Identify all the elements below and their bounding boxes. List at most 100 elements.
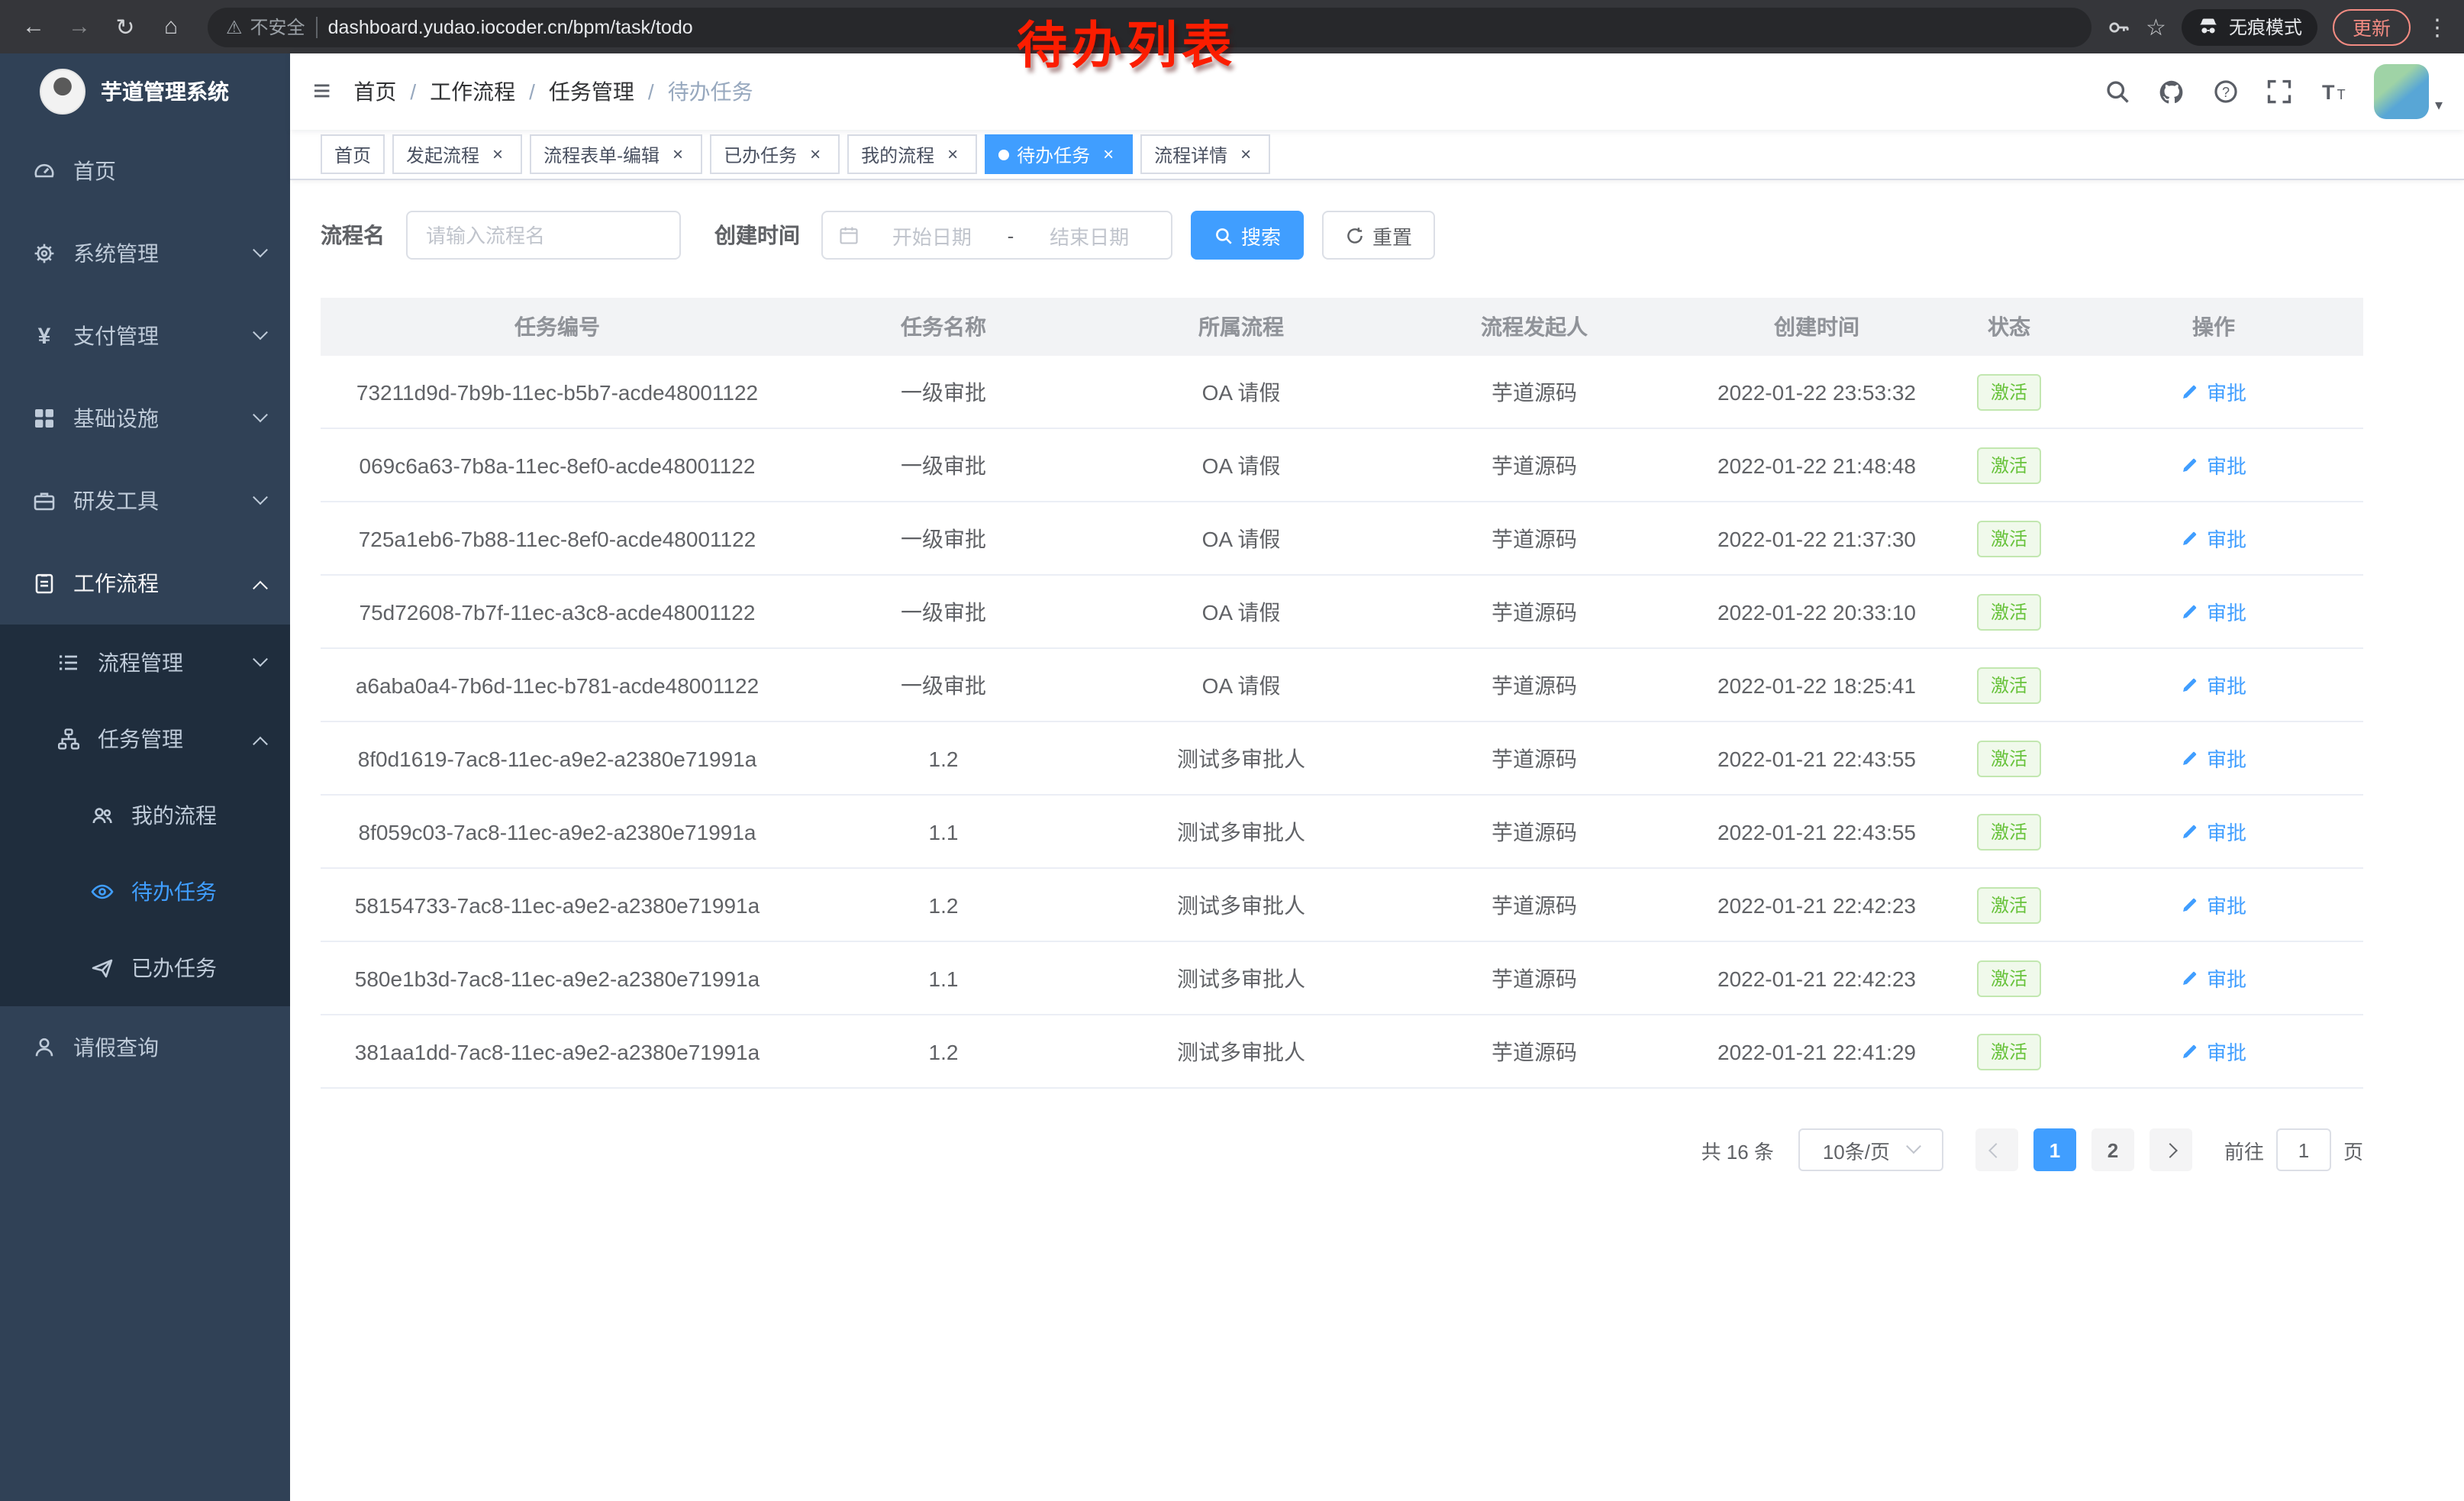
- sidebar-item-done-tasks[interactable]: 已办任务: [0, 930, 290, 1006]
- breadcrumb-workflow[interactable]: 工作流程: [430, 76, 515, 107]
- tab-label: 流程详情: [1154, 141, 1227, 167]
- sidebar-toggle-icon[interactable]: ≡: [290, 74, 353, 109]
- sidebar-menu: 首页 系统管理 ¥ 支付管理: [0, 130, 290, 1089]
- tab-label: 已办任务: [724, 141, 797, 167]
- todo-task-table: 任务编号 任务名称 所属流程 流程发起人 创建时间 状态 操作 73211d9d…: [321, 298, 2363, 1089]
- approve-link[interactable]: 审批: [2181, 450, 2246, 479]
- person-icon: [31, 1035, 58, 1060]
- workflow-submenu: 流程管理 任务管理 我的流程: [0, 625, 290, 1006]
- key-icon[interactable]: [2106, 15, 2130, 39]
- browser-menu-icon[interactable]: ⋮: [2426, 13, 2449, 40]
- approve-link[interactable]: 审批: [2181, 964, 2246, 993]
- close-icon[interactable]: ×: [667, 144, 689, 165]
- close-icon[interactable]: ×: [942, 144, 963, 165]
- avatar[interactable]: [2374, 64, 2429, 119]
- prev-page-button[interactable]: [1975, 1128, 2018, 1171]
- fullscreen-icon[interactable]: [2266, 78, 2293, 105]
- sidebar-item-devtools[interactable]: 研发工具: [0, 460, 290, 542]
- page-button-2[interactable]: 2: [2091, 1128, 2134, 1171]
- approve-link[interactable]: 审批: [2181, 744, 2246, 773]
- sidebar-item-payment[interactable]: ¥ 支付管理: [0, 295, 290, 377]
- close-icon[interactable]: ×: [1098, 144, 1119, 165]
- approve-link[interactable]: 审批: [2181, 524, 2246, 553]
- bookmark-star-icon[interactable]: ☆: [2146, 13, 2166, 40]
- github-icon[interactable]: [2157, 77, 2186, 106]
- cell-initiator: 芋道源码: [1389, 356, 1679, 428]
- sidebar-item-process-management[interactable]: 流程管理: [0, 625, 290, 701]
- browser-toolbar: ← → ↻ ⌂ ⚠ 不安全 dashboard.yudao.iocoder.cn…: [0, 0, 2464, 53]
- approve-link[interactable]: 审批: [2181, 670, 2246, 699]
- font-size-icon[interactable]: TT: [2319, 78, 2348, 105]
- status-badge: 激活: [1977, 886, 2041, 923]
- warning-icon: ⚠: [226, 16, 243, 37]
- approve-link[interactable]: 审批: [2181, 890, 2246, 919]
- browser-back-button[interactable]: ←: [12, 5, 55, 48]
- incognito-icon: [2197, 15, 2220, 38]
- security-status[interactable]: ⚠ 不安全: [226, 14, 305, 40]
- close-icon[interactable]: ×: [487, 144, 508, 165]
- cell-process: 测试多审批人: [1093, 722, 1389, 794]
- svg-text:T: T: [2337, 87, 2346, 102]
- approve-link[interactable]: 审批: [2181, 597, 2246, 626]
- column-header: 任务名称: [794, 298, 1093, 356]
- breadcrumb-task-management[interactable]: 任务管理: [549, 76, 634, 107]
- help-icon[interactable]: ?: [2212, 78, 2240, 105]
- update-button[interactable]: 更新: [2333, 8, 2411, 45]
- close-icon[interactable]: ×: [1235, 144, 1256, 165]
- tab-home[interactable]: 首页: [321, 134, 385, 174]
- sidebar-item-workflow[interactable]: 工作流程: [0, 542, 290, 625]
- page-size-select[interactable]: 10条/页: [1798, 1128, 1943, 1171]
- sidebar-item-my-process[interactable]: 我的流程: [0, 777, 290, 854]
- sidebar-item-todo-tasks[interactable]: 待办任务: [0, 854, 290, 930]
- date-range-picker[interactable]: 开始日期 - 结束日期: [821, 211, 1172, 260]
- main-area: ≡ 首页 / 工作流程 / 任务管理 / 待办任务: [290, 53, 2464, 1501]
- sidebar-item-task-management[interactable]: 任务管理: [0, 701, 290, 777]
- close-icon[interactable]: ×: [805, 144, 826, 165]
- goto-page-input[interactable]: [2276, 1128, 2331, 1171]
- approve-link[interactable]: 审批: [2181, 377, 2246, 406]
- process-name-input[interactable]: [406, 211, 681, 260]
- tab-initiate-process[interactable]: 发起流程 ×: [392, 134, 522, 174]
- tab-todo-tasks[interactable]: 待办任务 ×: [985, 134, 1133, 174]
- tab-done-tasks[interactable]: 已办任务 ×: [710, 134, 840, 174]
- sidebar-item-leave-query[interactable]: 请假查询: [0, 1006, 290, 1089]
- sidebar-item-infrastructure[interactable]: 基础设施: [0, 377, 290, 460]
- tab-process-form-edit[interactable]: 流程表单-编辑 ×: [530, 134, 702, 174]
- sidebar-item-home[interactable]: 首页: [0, 130, 290, 212]
- approve-link[interactable]: 审批: [2181, 1037, 2246, 1066]
- sidebar-item-label: 请假查询: [73, 1032, 159, 1063]
- approve-link[interactable]: 审批: [2181, 817, 2246, 846]
- yen-icon: ¥: [31, 323, 58, 349]
- tab-my-process[interactable]: 我的流程 ×: [847, 134, 977, 174]
- cell-initiator: 芋道源码: [1389, 869, 1679, 941]
- incognito-badge: 无痕模式: [2182, 8, 2317, 45]
- top-navbar: ≡ 首页 / 工作流程 / 任务管理 / 待办任务: [290, 53, 2464, 130]
- sidebar-logo[interactable]: 芋道管理系统: [0, 53, 290, 130]
- browser-home-button[interactable]: ⌂: [150, 5, 192, 48]
- end-date-placeholder: 结束日期: [1023, 221, 1156, 250]
- status-badge: 激活: [1977, 593, 2041, 630]
- cell-created-time: 2022-01-21 22:42:23: [1679, 869, 1954, 941]
- status-badge: 激活: [1977, 813, 2041, 850]
- tab-process-detail[interactable]: 流程详情 ×: [1140, 134, 1270, 174]
- browser-reload-button[interactable]: ↻: [104, 5, 147, 48]
- reset-button[interactable]: 重置: [1322, 211, 1435, 260]
- browser-forward-button[interactable]: →: [58, 5, 101, 48]
- sidebar-item-system[interactable]: 系统管理: [0, 212, 290, 295]
- task-tree-icon: [55, 727, 82, 751]
- search-icon[interactable]: [2104, 78, 2131, 105]
- address-bar[interactable]: ⚠ 不安全 dashboard.yudao.iocoder.cn/bpm/tas…: [208, 7, 2091, 47]
- search-button[interactable]: 搜索: [1191, 211, 1304, 260]
- tab-label: 我的流程: [861, 141, 934, 167]
- send-icon: [89, 956, 116, 980]
- breadcrumb-home[interactable]: 首页: [353, 76, 396, 107]
- workflow-icon: [31, 571, 58, 596]
- user-menu[interactable]: ▾: [2374, 64, 2443, 119]
- cell-task-id: 381aa1dd-7ac8-11ec-a9e2-a2380e71991a: [321, 1015, 794, 1087]
- chevron-right-icon: [2163, 1142, 2179, 1157]
- status-badge: 激活: [1977, 447, 2041, 483]
- page-button-1[interactable]: 1: [2033, 1128, 2076, 1171]
- cell-created-time: 2022-01-22 20:33:10: [1679, 576, 1954, 647]
- filter-form: 流程名 创建时间 开始日期 - 结束日期: [321, 211, 2363, 260]
- next-page-button[interactable]: [2150, 1128, 2192, 1171]
